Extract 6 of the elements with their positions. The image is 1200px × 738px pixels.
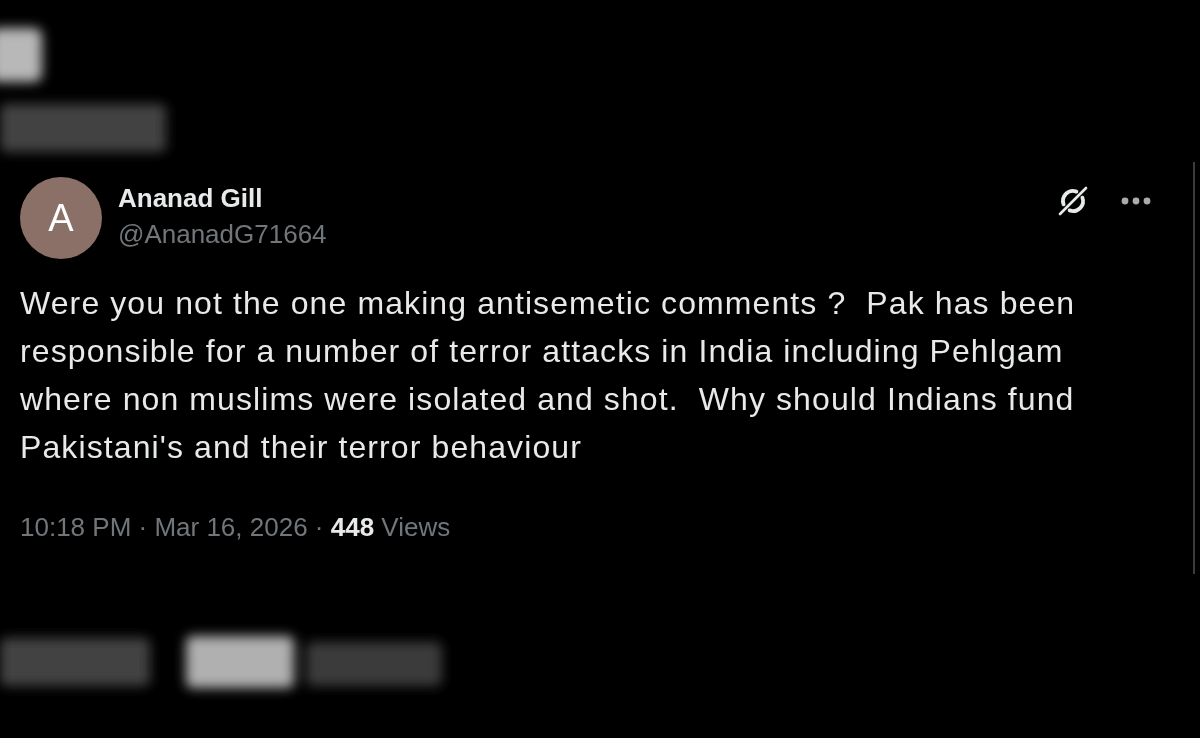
more-icon[interactable] — [1121, 197, 1151, 205]
post-timestamp-views: 10:18 PM · Mar 16, 2026 · 448 Views — [20, 511, 451, 544]
avatar[interactable]: A — [20, 177, 102, 259]
author-name[interactable]: Ananad Gill — [118, 182, 327, 214]
post-text: Were you not the one making antisemetic comments ? Pak has been responsible for a number of terror attacks in India including Pehlgam where non muslims were isolated and shot. Why should Indians fund Pakistani's and their terror behaviour — [20, 284, 1077, 467]
author-handle[interactable]: @AnanadG71664 — [118, 214, 327, 254]
